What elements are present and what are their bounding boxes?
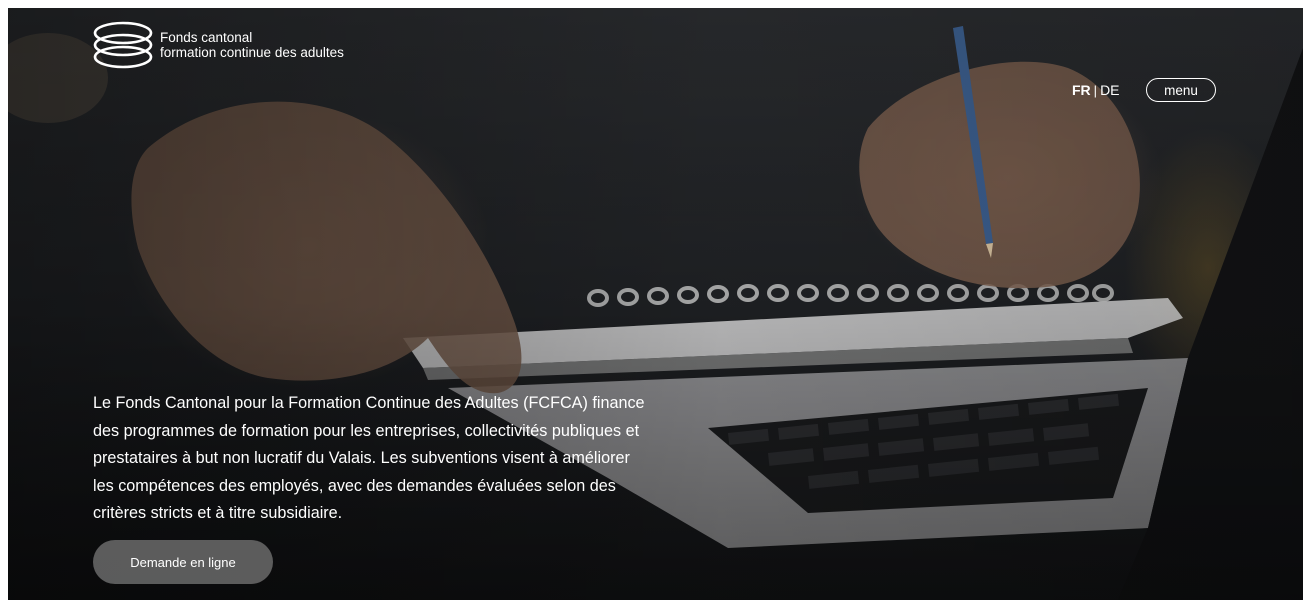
lang-de-link[interactable]: DE: [1100, 82, 1119, 98]
online-request-button[interactable]: Demande en ligne: [93, 540, 273, 584]
lang-separator: |: [1093, 83, 1098, 98]
logo-line-1: Fonds cantonal: [160, 30, 253, 45]
stacked-rings-icon: [93, 21, 153, 69]
site-logo[interactable]: Fonds cantonal formation continue des ad…: [92, 20, 344, 70]
hero-intro-text: Le Fonds Cantonal pour la Formation Cont…: [93, 394, 645, 522]
logo-text: Fonds cantonal formation continue des ad…: [160, 30, 344, 60]
logo-line-2: formation continue des adultes: [160, 45, 344, 60]
language-switcher: FR | DE: [1072, 82, 1120, 98]
menu-button[interactable]: menu: [1146, 78, 1216, 102]
lang-fr-link[interactable]: FR: [1072, 82, 1091, 98]
